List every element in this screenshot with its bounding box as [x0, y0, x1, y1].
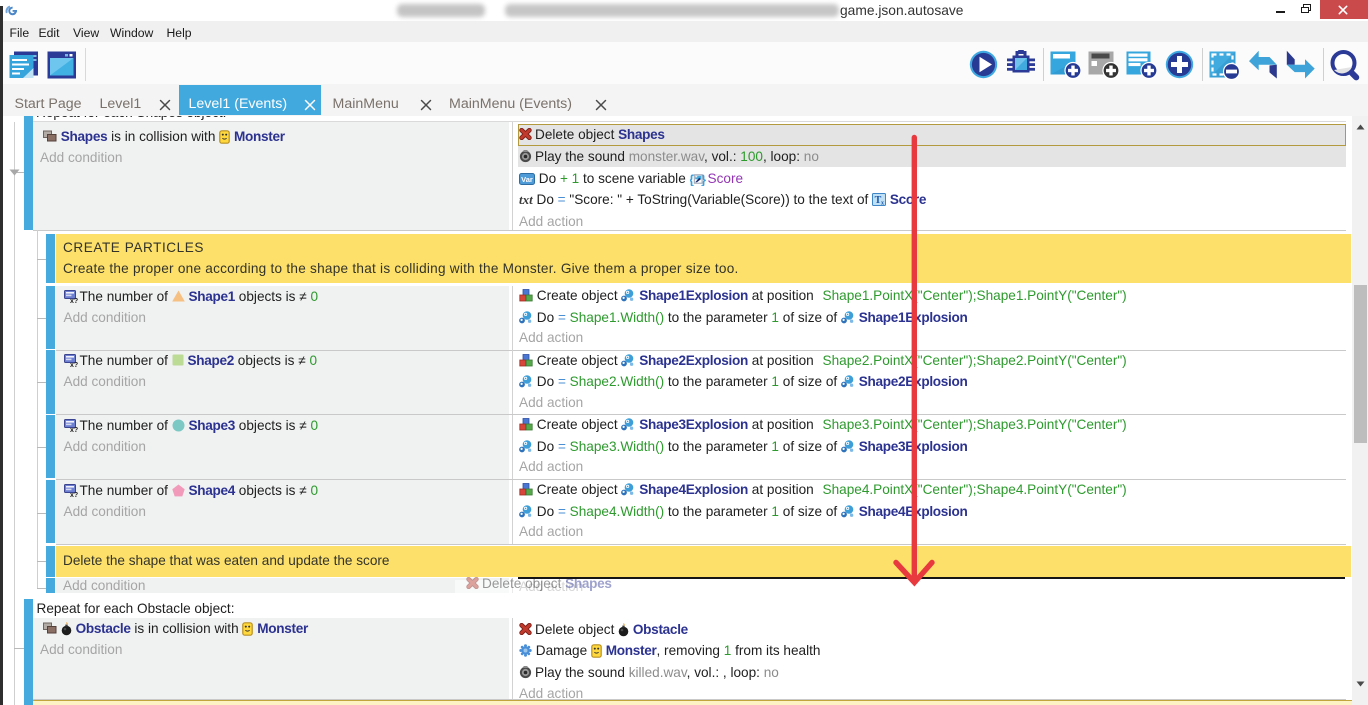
svg-text:x?: x?: [70, 297, 78, 302]
svg-text:x?: x?: [70, 491, 78, 496]
svg-text:x: x: [881, 201, 884, 207]
svg-text:Var: Var: [521, 175, 533, 184]
svg-text:x?: x?: [70, 362, 78, 367]
svg-text:{: {: [690, 172, 694, 186]
svg-text:x?: x?: [70, 427, 78, 432]
